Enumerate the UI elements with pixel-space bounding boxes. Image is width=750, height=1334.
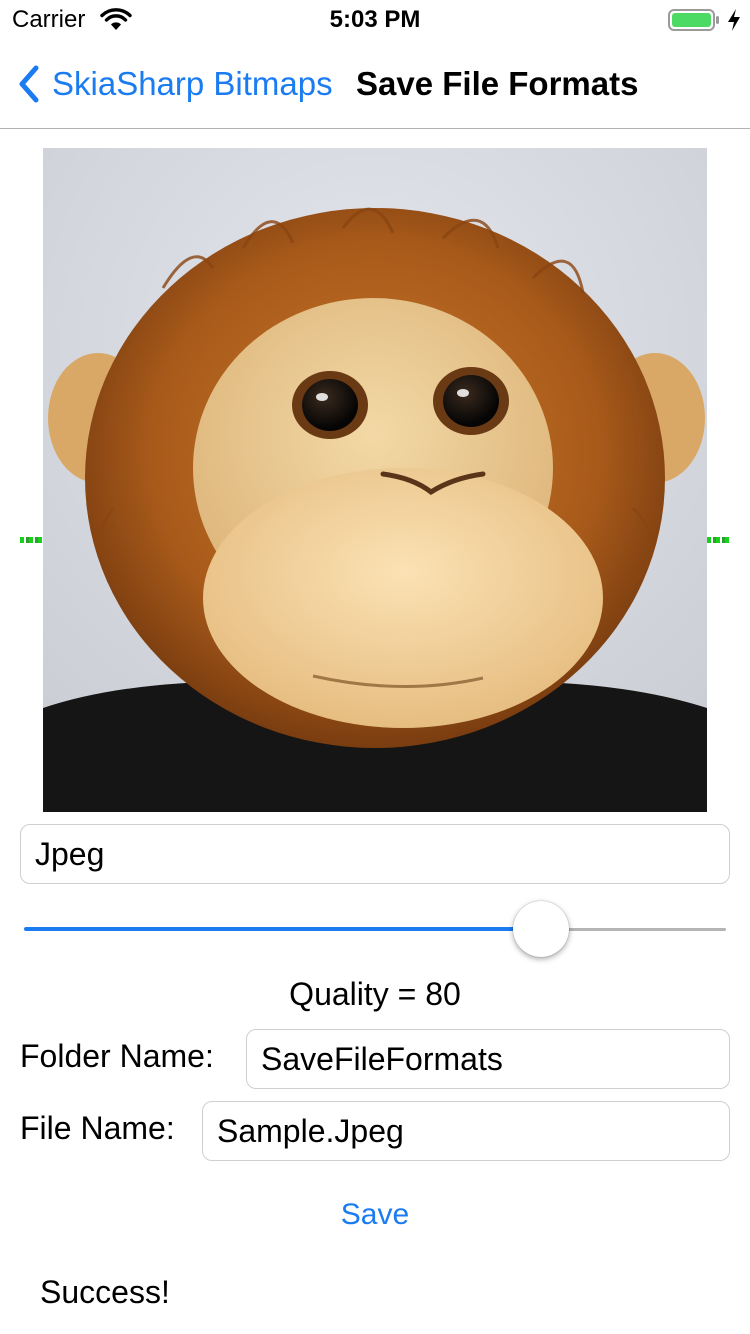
file-name-label: File Name: <box>20 1110 175 1146</box>
slider-thumb[interactable] <box>512 901 569 957</box>
status-time: 5:03 PM <box>329 6 421 33</box>
navigation-bar: SkiaSharp Bitmaps Save File Formats <box>0 40 750 129</box>
quality-slider[interactable] <box>24 900 726 957</box>
format-picker-value: Jpeg <box>35 835 105 872</box>
save-button[interactable]: Save <box>0 1198 750 1232</box>
back-button[interactable]: SkiaSharp Bitmaps <box>14 62 333 106</box>
status-message: Success! <box>40 1274 170 1310</box>
file-name-value: Sample.Jpeg <box>217 1112 404 1149</box>
page: Carrier 5:03 PM SkiaSharp Bitmaps Save F… <box>0 0 750 1334</box>
battery-icon <box>668 9 719 31</box>
file-name-field[interactable]: Sample.Jpeg <box>202 1101 730 1161</box>
folder-name-field[interactable]: SaveFileFormats <box>246 1029 730 1089</box>
page-title: Save File Formats <box>356 65 639 102</box>
monkey-photo <box>43 148 707 812</box>
folder-name-value: SaveFileFormats <box>261 1040 503 1077</box>
folder-name-label: Folder Name: <box>20 1038 214 1074</box>
artifact-left <box>20 537 44 543</box>
status-bar: Carrier 5:03 PM <box>0 0 750 40</box>
format-picker[interactable]: Jpeg <box>20 824 730 884</box>
quality-label: Quality = 80 <box>289 976 461 1012</box>
bitmap-canvas <box>0 130 750 820</box>
charging-icon <box>728 9 740 31</box>
back-button-label: SkiaSharp Bitmaps <box>52 65 333 102</box>
slider-track-filled <box>24 927 541 931</box>
chevron-left-icon <box>19 65 39 103</box>
artifact-right <box>707 537 731 543</box>
